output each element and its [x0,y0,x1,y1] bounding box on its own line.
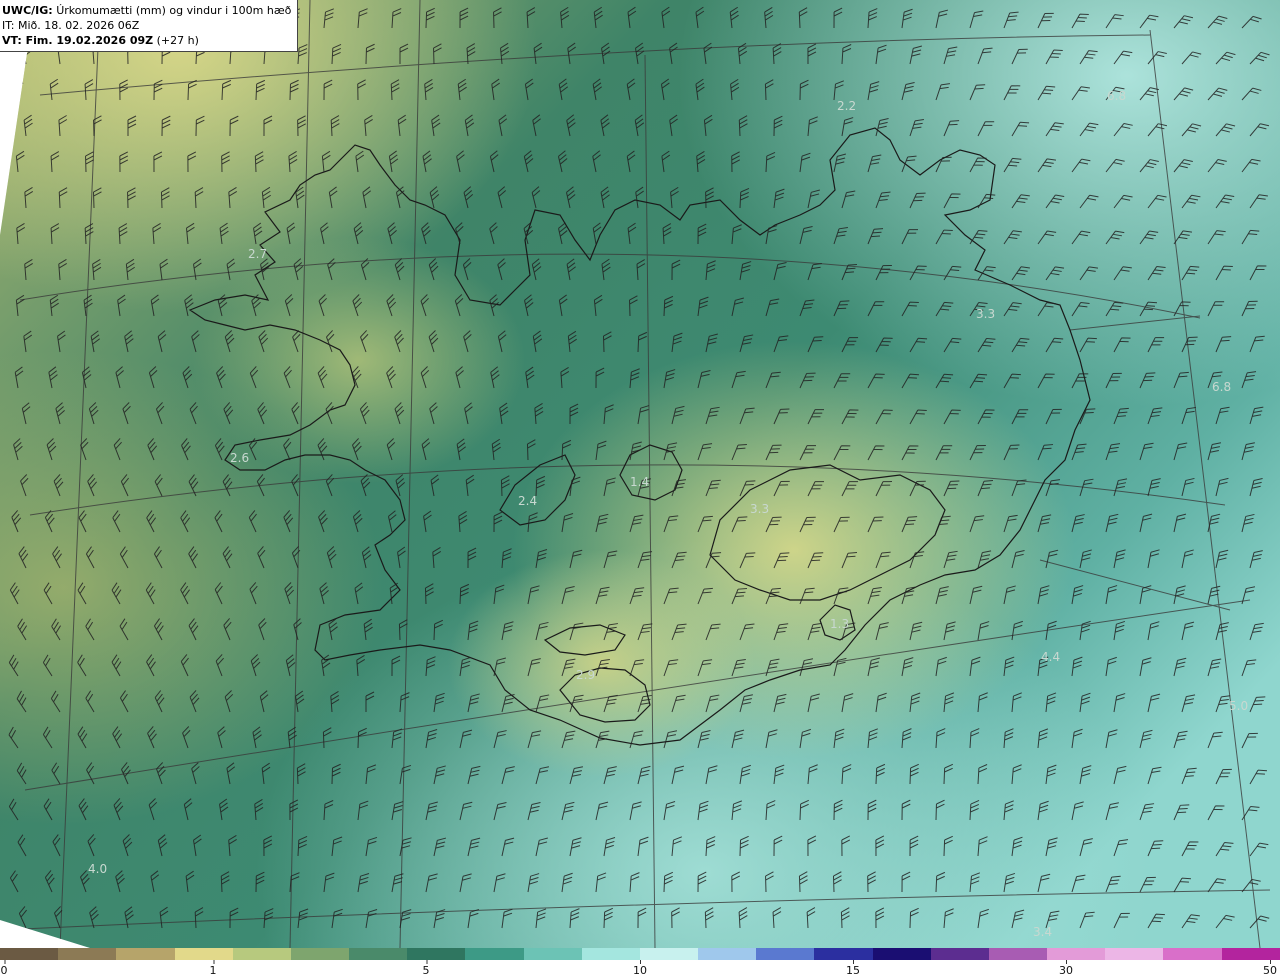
colorbar-strip [0,948,1280,960]
value-label: 3.3 [976,307,995,321]
value-label: 3.3 [750,502,769,516]
value-label: 2.7 [248,247,267,261]
colorbar-segment [698,948,757,960]
colorbar-segment [232,948,291,960]
valid-time: VT: Fim. 19.02.2026 09Z [2,34,154,47]
colorbar-segment [1221,948,1280,960]
init-time: IT: Mið. 18. 02. 2026 06Z [2,19,140,32]
value-label: 5.0 [1229,699,1248,713]
colorbar-ticks: 0 1 5 10 15 30 50 [0,960,1280,978]
colorbar-tick: 50 [1263,960,1277,977]
field-title: Úrkomumætti (mm) og vindur i 100m hæð [56,4,292,17]
model-name: UWC/IG: [2,4,53,17]
colorbar-segment [872,948,931,960]
colorbar-segment [116,948,175,960]
value-label: 1.4 [630,475,649,489]
value-label: 2.6 [230,451,249,465]
value-label: 4.4 [1041,650,1060,664]
colorbar-segment [58,948,117,960]
value-label: 1.3 [830,617,849,631]
colorbar-segment [639,948,699,960]
value-label: 6.8 [1212,380,1231,394]
value-label: 2.4 [518,494,537,508]
colorbar-segment [988,948,1048,960]
map-header: UWC/IG: Úrkomumætti (mm) og vindur i 100… [0,0,299,52]
valid-time-line: VT: Fim. 19.02.2026 09Z (+27 h) [2,33,291,48]
colorbar-segment [0,948,59,960]
colorbar-segment [290,948,350,960]
colorbar-segment [1105,948,1164,960]
precipitation-wind-map[interactable]: 2.7 2.6 2.4 2.2 3.3 3.3 6.8 6.8 4.4 5.0 … [0,0,1280,948]
colorbar-segment [349,948,408,960]
value-label: 6.8 [1107,89,1126,103]
value-label: 3.4 [1033,925,1052,939]
value-label: 2.9 [576,668,595,682]
colorbar-segment [1047,948,1106,960]
colorbar-segment [465,948,524,960]
header-title-line: UWC/IG: Úrkomumætti (mm) og vindur i 100… [2,3,291,18]
value-label: 2.2 [837,99,856,113]
colorbar: 0 1 5 10 15 30 50 [0,948,1280,978]
colorbar-segment [756,948,815,960]
colorbar-tick: 15 [846,960,860,977]
colorbar-segment [407,948,466,960]
colorbar-segment [174,948,233,960]
colorbar-segment [523,948,582,960]
colorbar-segment [814,948,873,960]
colorbar-tick: 5 [422,960,430,977]
colorbar-tick: 30 [1059,960,1073,977]
colorbar-tick: 0 [0,960,8,977]
value-label: 4.0 [88,862,107,876]
colorbar-tick: 10 [633,960,647,977]
colorbar-segment [1163,948,1222,960]
colorbar-segment [581,948,640,960]
colorbar-tick: 1 [209,960,217,977]
forecast-hour: (+27 h) [156,34,199,47]
colorbar-segment [930,948,989,960]
